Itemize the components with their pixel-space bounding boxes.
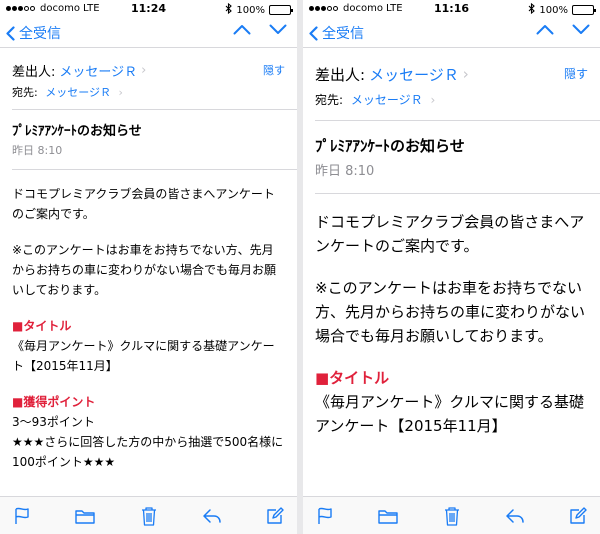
nav-bar: 全受信	[303, 18, 600, 48]
mail-screen-left: docomo LTE 11:24 100% 全受信 差出人: メッセージＲ › …	[0, 0, 297, 534]
body-paragraph: ★★★さらに回答した方の中から抽選で500名様に100ポイント★★★	[12, 435, 284, 469]
section-heading: ■獲得ポイント	[12, 395, 96, 409]
move-to-folder-button[interactable]	[376, 504, 400, 528]
next-message-button[interactable]	[572, 24, 590, 35]
reply-icon	[506, 508, 524, 523]
flag-icon	[318, 507, 332, 524]
section-heading: ■タイトル	[315, 369, 390, 387]
body-paragraph: 《毎月アンケート》クルマに関する基礎アンケート【2015年11月】	[12, 339, 275, 373]
down-arrow-icon	[269, 24, 287, 34]
trash-icon	[141, 506, 156, 526]
message-header: 差出人: メッセージＲ › 宛先: メッセージＲ › 隠す	[0, 49, 297, 109]
chevron-right-icon: ›	[141, 62, 147, 78]
back-chevron-icon	[6, 25, 15, 41]
to-label: 宛先:	[315, 93, 344, 107]
body-paragraph: ドコモプレミアクラブ会員の皆さまへアンケートのご案内です。	[315, 213, 585, 255]
from-label: 差出人:	[12, 64, 56, 80]
reply-icon	[203, 508, 221, 523]
sender-name[interactable]: メッセージＲ	[369, 64, 459, 85]
body-paragraph: ※このアンケートはお車をお持ちでない方、先月からお持ちの車に変わりがない場合でも…	[315, 279, 586, 345]
body-paragraph: 《毎月アンケート》クルマに関する基礎アンケート【2015年11月】	[315, 393, 584, 435]
battery-percent: 100%	[539, 4, 568, 16]
status-bar: docomo LTE 11:16 100%	[303, 0, 600, 18]
bluetooth-icon	[528, 2, 536, 17]
message-subject: ﾌﾟﾚﾐｱｱﾝｹｰﾄのお知らせ	[315, 137, 465, 155]
compose-button[interactable]	[566, 504, 590, 528]
trash-button[interactable]	[137, 504, 161, 528]
recipient-name[interactable]: メッセージＲ	[351, 93, 423, 107]
hide-details-button[interactable]: 隠す	[263, 62, 285, 78]
move-to-folder-button[interactable]	[73, 504, 97, 528]
reply-button[interactable]	[503, 504, 527, 528]
hide-details-button[interactable]: 隠す	[564, 65, 588, 82]
message-content[interactable]: 差出人: メッセージＲ › 宛先: メッセージＲ › 隠す ﾌﾟﾚﾐｱｱﾝｹｰﾄ…	[0, 49, 297, 496]
battery-icon	[269, 5, 293, 15]
recipient-name[interactable]: メッセージＲ	[45, 86, 111, 99]
up-arrow-icon	[536, 25, 554, 35]
battery-icon	[572, 5, 596, 15]
from-label: 差出人:	[315, 65, 366, 84]
section-heading: ■タイトル	[12, 319, 72, 333]
nav-bar: 全受信	[0, 18, 297, 48]
trash-icon	[444, 506, 459, 526]
message-body: ドコモプレミアクラブ会員の皆さまへアンケートのご案内です。 ※このアンケートはお…	[0, 170, 297, 486]
flag-button[interactable]	[313, 504, 337, 528]
up-arrow-icon	[233, 25, 251, 35]
trash-button[interactable]	[440, 504, 464, 528]
mail-screen-right: docomo LTE 11:16 100% 全受信 差出人: メッセージＲ › …	[303, 0, 600, 534]
back-button[interactable]: 全受信	[6, 23, 61, 43]
message-body: ドコモプレミアクラブ会員の皆さまへアンケートのご案内です。 ※このアンケートはお…	[303, 194, 600, 454]
folder-icon	[378, 509, 398, 524]
status-bar: docomo LTE 11:24 100%	[0, 0, 297, 18]
message-content[interactable]: 差出人: メッセージＲ › 宛先: メッセージＲ › 隠す ﾌﾟﾚﾐｱｱﾝｹｰﾄ…	[303, 49, 600, 496]
sender-name[interactable]: メッセージＲ	[59, 61, 137, 80]
message-header: 差出人: メッセージＲ › 宛先: メッセージＲ › 隠す	[303, 49, 600, 120]
compose-icon	[267, 506, 284, 524]
flag-icon	[15, 507, 29, 524]
back-label: 全受信	[322, 26, 364, 42]
folder-icon	[75, 509, 95, 524]
chevron-right-icon: ›	[430, 93, 436, 107]
bluetooth-icon	[225, 2, 233, 17]
reply-button[interactable]	[200, 504, 224, 528]
body-paragraph: ※このアンケートはお車をお持ちでない方、先月からお持ちの車に変わりがない場合でも…	[12, 243, 277, 297]
previous-message-button[interactable]	[536, 24, 554, 35]
message-date: 昨日 8:10	[12, 144, 63, 157]
chevron-right-icon: ›	[118, 86, 123, 99]
message-subject: ﾌﾟﾚﾐｱｱﾝｹｰﾄのお知らせ	[12, 124, 142, 139]
battery-percent: 100%	[236, 4, 265, 16]
body-paragraph: ドコモプレミアクラブ会員の皆さまへアンケートのご案内です。	[12, 187, 275, 221]
compose-icon	[570, 506, 587, 524]
to-label: 宛先:	[12, 86, 38, 99]
body-paragraph: 3～93ポイント	[12, 415, 95, 429]
back-label: 全受信	[19, 26, 61, 42]
previous-message-button[interactable]	[233, 24, 251, 35]
compose-button[interactable]	[263, 504, 287, 528]
message-date: 昨日 8:10	[315, 164, 375, 179]
bottom-toolbar	[303, 496, 600, 534]
flag-button[interactable]	[10, 504, 34, 528]
bottom-toolbar	[0, 496, 297, 534]
back-button[interactable]: 全受信	[309, 23, 364, 43]
back-chevron-icon	[309, 25, 318, 41]
next-message-button[interactable]	[269, 24, 287, 35]
down-arrow-icon	[572, 24, 590, 34]
chevron-right-icon: ›	[462, 65, 469, 83]
